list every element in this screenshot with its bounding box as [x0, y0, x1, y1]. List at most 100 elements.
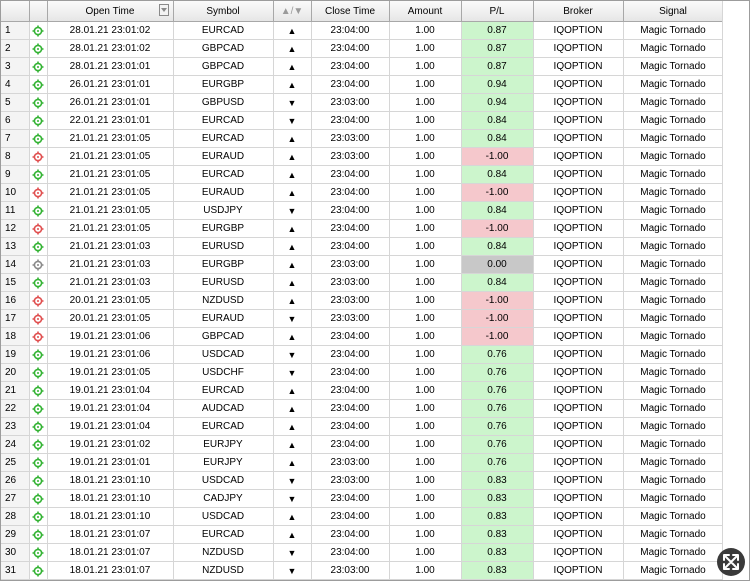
table-row[interactable]: 1 28.01.21 23:01:02 EURCAD ▲ 23:04:00 1.00 0.8…	[1, 21, 724, 40]
table-row[interactable]: 22 19.01.21 23:01:04 AUDCAD ▲ 23:04:00 1.00 0.…	[1, 399, 724, 418]
table-row[interactable]: 5 26.01.21 23:01:01 GBPUSD ▼ 23:03:00 1.00 0.9…	[1, 93, 724, 112]
green-target-icon	[32, 277, 44, 289]
amount-cell: 1.00	[389, 435, 462, 454]
status-header[interactable]	[29, 1, 48, 22]
signal-cell: Magic Tornado	[623, 471, 724, 490]
symbol-cell: EURCAD	[173, 417, 274, 436]
table-row[interactable]: 20 19.01.21 23:01:05 USDCHF ▼ 23:04:00 1.00 0.…	[1, 363, 724, 382]
broker-cell: IQOPTION	[533, 255, 624, 274]
close-time-header[interactable]: Close Time	[311, 1, 390, 22]
signal-cell: Magic Tornado	[623, 237, 724, 256]
close-time-cell: 23:03:00	[311, 453, 390, 472]
status-cell	[29, 327, 48, 346]
table-row[interactable]: 4 26.01.21 23:01:01 EURGBP ▲ 23:04:00 1.00 0.9…	[1, 75, 724, 94]
table-row[interactable]: 10 21.01.21 23:01:05 EURAUD ▲ 23:04:00 1.00 -1…	[1, 183, 724, 202]
close-time-cell: 23:04:00	[311, 219, 390, 238]
table-row[interactable]: 29 18.01.21 23:01:07 EURCAD ▲ 23:04:00 1.00 0.…	[1, 525, 724, 544]
table-row[interactable]: 17 20.01.21 23:01:05 EURAUD ▼ 23:03:00 1.00 -1…	[1, 309, 724, 328]
close-time-cell: 23:04:00	[311, 57, 390, 76]
amount-cell: 1.00	[389, 525, 462, 544]
status-cell	[29, 183, 48, 202]
table-row[interactable]: 26 18.01.21 23:01:10 USDCAD ▼ 23:03:00 1.00 0.…	[1, 471, 724, 490]
close-time-cell: 23:04:00	[311, 345, 390, 364]
pl-cell: 0.00	[461, 255, 534, 274]
green-target-icon	[32, 421, 44, 433]
table-row[interactable]: 9 21.01.21 23:01:05 EURCAD ▲ 23:04:00 1.00 0.8…	[1, 165, 724, 184]
amount-cell: 1.00	[389, 309, 462, 328]
table-row[interactable]: 30 18.01.21 23:01:07 NZDUSD ▼ 23:04:00 1.00 0.…	[1, 543, 724, 562]
open-time-header[interactable]: Open Time	[47, 1, 174, 22]
symbol-cell: GBPCAD	[173, 57, 274, 76]
table-row[interactable]: 25 19.01.21 23:01:01 EURJPY ▲ 23:03:00 1.00 0.…	[1, 453, 724, 472]
red-target-icon	[32, 151, 44, 163]
green-target-icon	[32, 457, 44, 469]
broker-cell: IQOPTION	[533, 219, 624, 238]
direction-cell: ▲	[273, 75, 312, 94]
symbol-cell: GBPCAD	[173, 39, 274, 58]
signal-cell: Magic Tornado	[623, 525, 724, 544]
symbol-cell: EURGBP	[173, 219, 274, 238]
close-time-cell: 23:04:00	[311, 183, 390, 202]
signal-cell: Magic Tornado	[623, 219, 724, 238]
pl-cell: 0.83	[461, 561, 534, 580]
table-row[interactable]: 19 19.01.21 23:01:06 USDCAD ▼ 23:04:00 1.00 0.…	[1, 345, 724, 364]
close-time-cell: 23:03:00	[311, 309, 390, 328]
close-time-cell: 23:04:00	[311, 39, 390, 58]
table-row[interactable]: 23 19.01.21 23:01:04 EURCAD ▲ 23:04:00 1.00 0.…	[1, 417, 724, 436]
table-row[interactable]: 8 21.01.21 23:01:05 EURAUD ▲ 23:03:00 1.00 -1.…	[1, 147, 724, 166]
direction-cell: ▲	[273, 129, 312, 148]
vertical-scroll-area[interactable]	[722, 1, 749, 580]
resize-arrows-icon[interactable]	[717, 548, 745, 576]
signal-cell: Magic Tornado	[623, 39, 724, 58]
broker-cell: IQOPTION	[533, 201, 624, 220]
symbol-cell: USDCAD	[173, 507, 274, 526]
broker-header[interactable]: Broker	[533, 1, 624, 22]
table-row[interactable]: 6 22.01.21 23:01:01 EURCAD ▼ 23:04:00 1.00 0.8…	[1, 111, 724, 130]
broker-cell: IQOPTION	[533, 309, 624, 328]
table-row[interactable]: 7 21.01.21 23:01:05 EURCAD ▲ 23:03:00 1.00 0.8…	[1, 129, 724, 148]
table-row[interactable]: 27 18.01.21 23:01:10 CADJPY ▼ 23:04:00 1.00 0.…	[1, 489, 724, 508]
direction-header[interactable]: ▲/▼	[273, 1, 312, 22]
direction-cell: ▲	[273, 453, 312, 472]
symbol-header[interactable]: Symbol	[173, 1, 274, 22]
table-row[interactable]: 21 19.01.21 23:01:04 EURCAD ▲ 23:04:00 1.00 0.…	[1, 381, 724, 400]
pl-header[interactable]: P/L	[461, 1, 534, 22]
status-cell	[29, 381, 48, 400]
table-row[interactable]: 14 21.01.21 23:01:03 EURGBP ▲ 23:03:00 1.00 0.…	[1, 255, 724, 274]
green-target-icon	[32, 43, 44, 55]
signal-cell: Magic Tornado	[623, 417, 724, 436]
table-row[interactable]: 31 18.01.21 23:01:07 NZDUSD ▼ 23:03:00 1.00 0.…	[1, 561, 724, 580]
open-time-cell: 21.01.21 23:01:03	[47, 255, 174, 274]
table-row[interactable]: 11 21.01.21 23:01:05 USDJPY ▼ 23:04:00 1.00 0.…	[1, 201, 724, 220]
close-time-cell: 23:03:00	[311, 255, 390, 274]
table-row[interactable]: 3 28.01.21 23:01:01 GBPCAD ▲ 23:04:00 1.00 0.8…	[1, 57, 724, 76]
open-time-cell: 21.01.21 23:01:05	[47, 165, 174, 184]
amount-header[interactable]: Amount	[389, 1, 462, 22]
open-time-cell: 20.01.21 23:01:05	[47, 309, 174, 328]
amount-cell: 1.00	[389, 417, 462, 436]
table-row[interactable]: 15 21.01.21 23:01:03 EURUSD ▲ 23:03:00 1.00 0.…	[1, 273, 724, 292]
pl-cell: 0.76	[461, 345, 534, 364]
direction-cell: ▲	[273, 399, 312, 418]
status-cell	[29, 57, 48, 76]
open-time-cell: 19.01.21 23:01:04	[47, 417, 174, 436]
filter-dropdown-icon[interactable]	[158, 4, 169, 16]
signal-header[interactable]: Signal	[623, 1, 724, 22]
table-row[interactable]: 16 20.01.21 23:01:05 NZDUSD ▲ 23:03:00 1.00 -1…	[1, 291, 724, 310]
table-row[interactable]: 28 18.01.21 23:01:10 USDCAD ▲ 23:04:00 1.00 0.…	[1, 507, 724, 526]
pl-cell: -1.00	[461, 291, 534, 310]
status-cell	[29, 201, 48, 220]
table-row[interactable]: 18 19.01.21 23:01:06 GBPCAD ▲ 23:04:00 1.00 -1…	[1, 327, 724, 346]
red-target-icon	[32, 187, 44, 199]
table-row[interactable]: 13 21.01.21 23:01:03 EURUSD ▲ 23:04:00 1.00 0.…	[1, 237, 724, 256]
row-number-header[interactable]	[1, 1, 30, 22]
close-time-cell: 23:04:00	[311, 165, 390, 184]
open-time-cell: 21.01.21 23:01:05	[47, 183, 174, 202]
amount-cell: 1.00	[389, 75, 462, 94]
table-row[interactable]: 24 19.01.21 23:01:02 EURJPY ▲ 23:04:00 1.00 0.…	[1, 435, 724, 454]
table-row[interactable]: 12 21.01.21 23:01:05 EURGBP ▲ 23:04:00 1.00 -1…	[1, 219, 724, 238]
amount-cell: 1.00	[389, 543, 462, 562]
symbol-cell: EURJPY	[173, 453, 274, 472]
broker-cell: IQOPTION	[533, 39, 624, 58]
table-row[interactable]: 2 28.01.21 23:01:02 GBPCAD ▲ 23:04:00 1.00 0.8…	[1, 39, 724, 58]
